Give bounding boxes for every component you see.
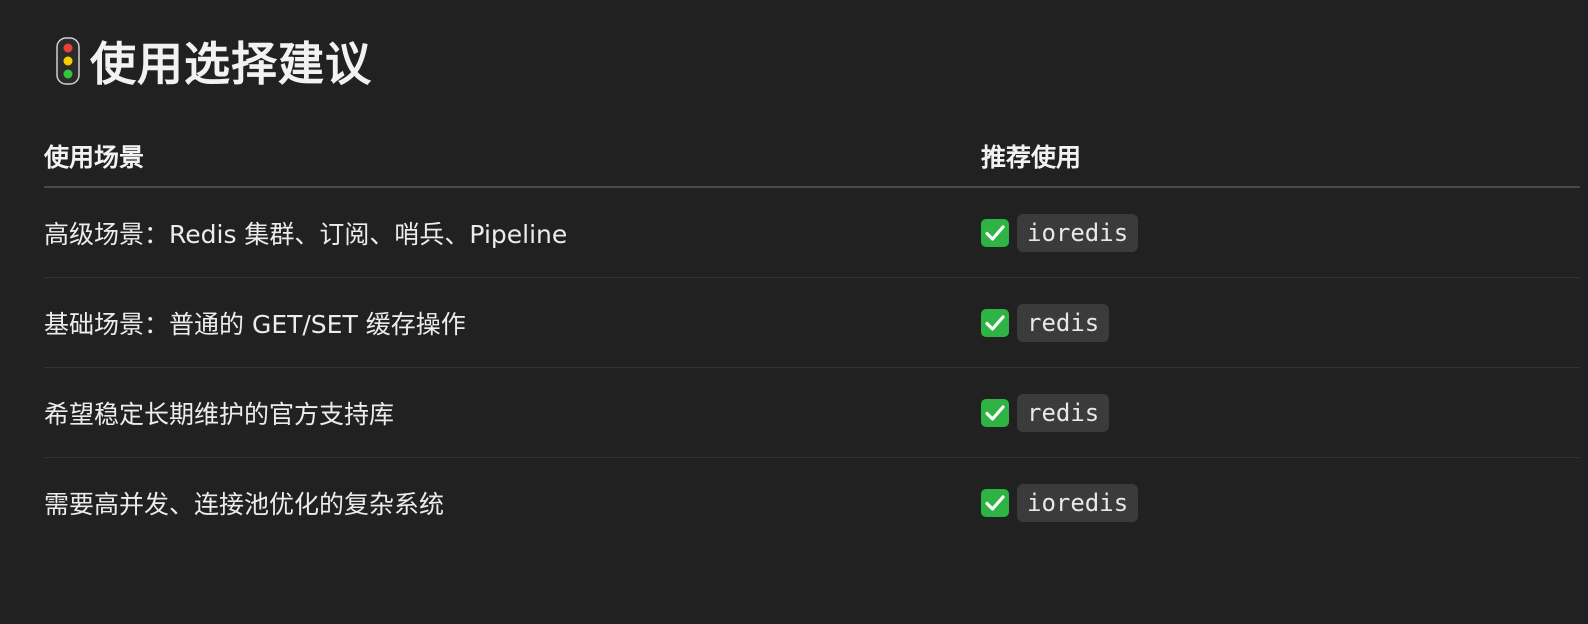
library-code-chip: redis bbox=[1017, 303, 1110, 342]
scenario-cell: 希望稳定长期维护的官方支持库 bbox=[44, 399, 395, 429]
library-code-chip: redis bbox=[1017, 393, 1110, 432]
recommend-cell: ioredis bbox=[981, 483, 1580, 522]
table-row: 基础场景：普通的 GET/SET 缓存操作 redis bbox=[44, 278, 1580, 368]
library-code-chip: ioredis bbox=[1017, 483, 1139, 522]
check-mark-icon bbox=[981, 308, 1009, 337]
column-header-scenario: 使用场景 bbox=[44, 143, 145, 172]
table-row: 高级场景：Redis 集群、订阅、哨兵、Pipeline ioredis bbox=[44, 188, 1580, 278]
page-title: 使用选择建议 bbox=[90, 37, 372, 91]
table-row: 希望稳定长期维护的官方支持库 redis bbox=[44, 368, 1580, 458]
check-mark-icon bbox=[981, 398, 1009, 427]
recommend-cell: redis bbox=[981, 303, 1580, 342]
traffic-light-icon bbox=[56, 37, 80, 85]
table-header: 使用场景 推荐使用 bbox=[44, 126, 1580, 188]
recommend-cell: ioredis bbox=[981, 213, 1580, 252]
recommendation-table: 使用场景 推荐使用 高级场景：Redis 集群、订阅、哨兵、Pipeline i… bbox=[44, 126, 1580, 547]
check-mark-icon bbox=[981, 218, 1009, 247]
check-mark-icon bbox=[981, 488, 1009, 517]
column-header-recommend: 推荐使用 bbox=[981, 143, 1082, 172]
page-heading: 使用选择建议 bbox=[56, 30, 372, 92]
table-row: 需要高并发、连接池优化的复杂系统 ioredis bbox=[44, 458, 1580, 547]
scenario-cell: 基础场景：普通的 GET/SET 缓存操作 bbox=[44, 309, 466, 339]
recommend-cell: redis bbox=[981, 393, 1580, 432]
scenario-cell: 高级场景：Redis 集群、订阅、哨兵、Pipeline bbox=[44, 219, 568, 249]
library-code-chip: ioredis bbox=[1017, 213, 1139, 252]
scenario-cell: 需要高并发、连接池优化的复杂系统 bbox=[44, 489, 445, 519]
